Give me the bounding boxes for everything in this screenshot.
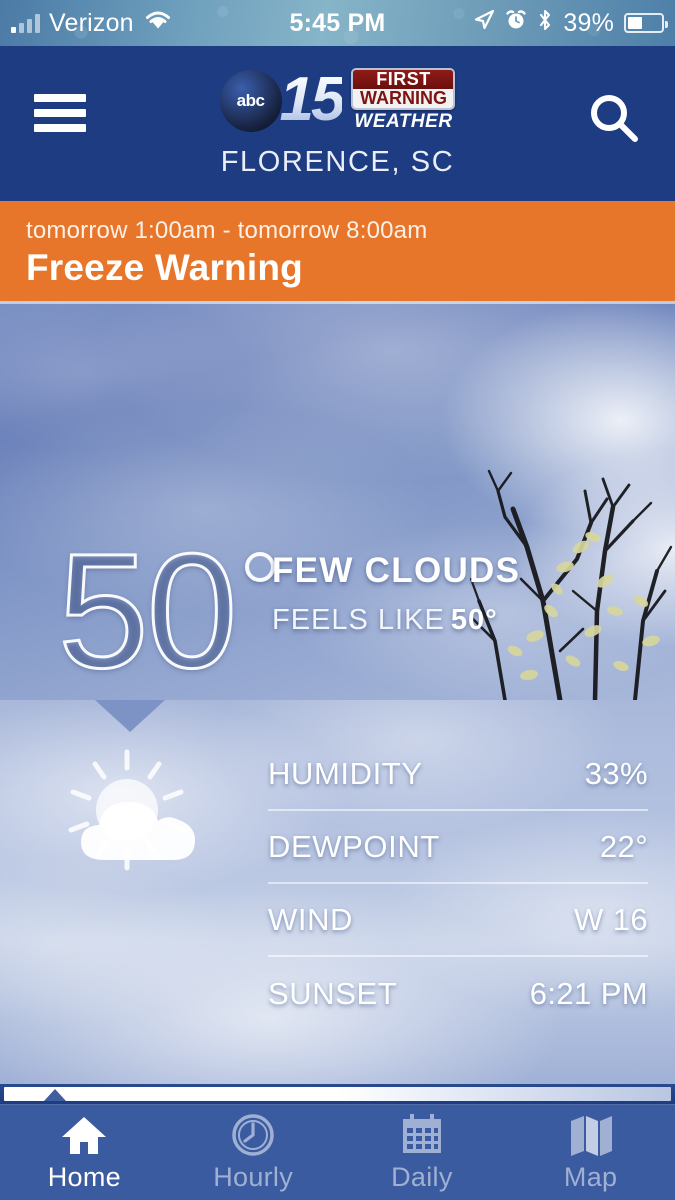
- weather-details-panel: HUMIDITY 33% DEWPOINT 22° WIND W 16 SUNS…: [0, 700, 675, 1089]
- abc-network-icon: abc: [219, 69, 282, 132]
- detail-label-sunset: SUNSET: [268, 975, 398, 1011]
- location-arrow-icon: [473, 9, 495, 38]
- channel-number: 15: [279, 65, 346, 135]
- feels-like-label: FEELS LIKE: [272, 604, 445, 636]
- nav-item-map[interactable]: Map: [506, 1105, 675, 1200]
- bluetooth-icon: [537, 9, 553, 38]
- condition-text: FEW CLOUDS: [272, 551, 521, 590]
- alert-title: Freeze Warning: [26, 247, 303, 288]
- detail-row-dewpoint: DEWPOINT 22°: [268, 811, 648, 884]
- current-temperature-block: 50: [56, 519, 276, 700]
- calendar-icon: [398, 1113, 446, 1157]
- detail-value-sunset: 6:21 PM: [529, 975, 648, 1011]
- weather-app-screen: Verizon 5:45 PM 39% abc 15 FIRST WARNING…: [0, 0, 675, 1200]
- nav-label-map: Map: [563, 1161, 618, 1192]
- map-icon: [567, 1113, 615, 1157]
- location-title[interactable]: FLORENCE, SC: [0, 146, 675, 179]
- status-bar-right: 39%: [473, 9, 675, 38]
- alert-time-range: tomorrow 1:00am - tomorrow 8:00am: [26, 217, 428, 244]
- detail-label-wind: WIND: [268, 901, 354, 937]
- clock-icon: [229, 1113, 277, 1157]
- scroll-track[interactable]: [4, 1087, 671, 1101]
- detail-value-dewpoint: 22°: [599, 828, 648, 864]
- nav-label-daily: Daily: [391, 1161, 453, 1192]
- detail-row-wind: WIND W 16: [268, 884, 648, 957]
- hero-top-divider: [0, 301, 675, 304]
- detail-label-dewpoint: DEWPOINT: [268, 828, 440, 864]
- nav-item-home[interactable]: Home: [0, 1105, 169, 1200]
- battery-icon: [624, 13, 668, 33]
- nav-item-hourly[interactable]: Hourly: [169, 1105, 338, 1200]
- first-warning-weather-badge: FIRST WARNING WEATHER: [351, 68, 456, 133]
- scroll-peak-marker: [44, 1089, 66, 1101]
- badge-weather-label: WEATHER: [354, 111, 453, 132]
- nav-label-hourly: Hourly: [213, 1161, 294, 1192]
- hero-current-conditions: 50 FEW CLOUDS FEELS LIKE 50°: [0, 301, 675, 700]
- feels-like-row: FEELS LIKE 50°: [272, 604, 520, 637]
- condition-block: FEW CLOUDS FEELS LIKE 50°: [272, 551, 520, 637]
- station-logo: abc 15 FIRST WARNING WEATHER: [0, 68, 675, 133]
- home-icon: [60, 1113, 108, 1157]
- panel-pointer-notch: [95, 700, 165, 732]
- app-header: abc 15 FIRST WARNING WEATHER FLORENCE, S…: [0, 46, 675, 201]
- battery-percent-label: 39%: [563, 8, 614, 37]
- details-rows: HUMIDITY 33% DEWPOINT 22° WIND W 16 SUNS…: [268, 738, 648, 1030]
- bottom-navigation: Home Hourly Daily Map: [0, 1104, 675, 1200]
- degree-symbol-icon: [245, 552, 276, 582]
- detail-row-humidity: HUMIDITY 33%: [268, 738, 648, 811]
- badge-first-label: FIRST: [353, 70, 454, 89]
- detail-value-humidity: 33%: [584, 755, 648, 791]
- first-warning-box: FIRST WARNING: [351, 68, 456, 110]
- badge-warning-label: WARNING: [353, 89, 454, 108]
- sun-behind-cloud-icon: [68, 749, 195, 871]
- nav-label-home: Home: [47, 1161, 121, 1192]
- feels-like-value: 50°: [450, 604, 498, 636]
- weather-alert-banner[interactable]: tomorrow 1:00am - tomorrow 8:00am Freeze…: [0, 201, 675, 301]
- detail-value-wind: W 16: [574, 901, 648, 937]
- status-bar: Verizon 5:45 PM 39%: [0, 0, 675, 46]
- abc-logo-text: abc: [236, 90, 265, 110]
- detail-row-sunset: SUNSET 6:21 PM: [268, 957, 648, 1030]
- alarm-clock-icon: [505, 9, 527, 38]
- scroll-indicator-bar[interactable]: [0, 1084, 675, 1104]
- nav-item-daily[interactable]: Daily: [338, 1105, 507, 1200]
- detail-label-humidity: HUMIDITY: [268, 755, 423, 791]
- search-icon[interactable]: [585, 90, 643, 148]
- current-temperature-value: 50: [56, 519, 238, 700]
